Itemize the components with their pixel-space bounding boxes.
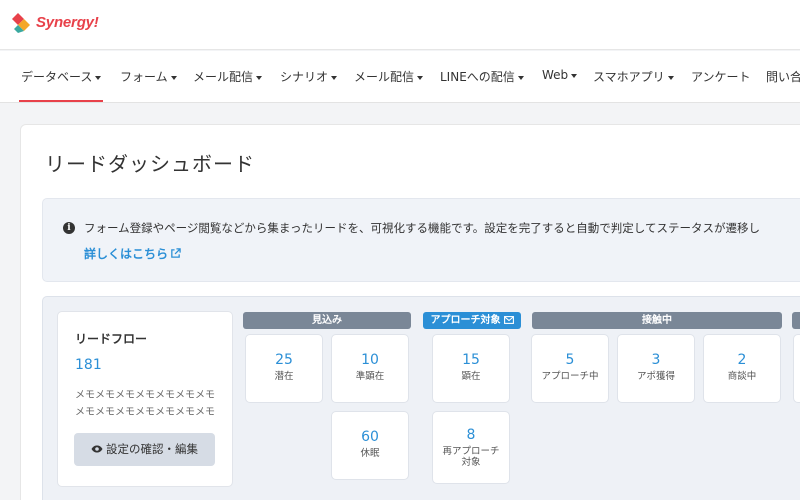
info-icon: i [63,222,75,234]
memo-line: メモメモメモメモメモメモメモ… [75,407,215,418]
status-count: 5 [565,352,575,368]
status-label: 準顕在 [355,371,385,382]
status-count: 15 [462,352,480,368]
nav-item-web[interactable]: Web [542,68,578,102]
details-link[interactable]: 詳しくはこちら [84,245,181,262]
status-card-re-approach[interactable]: 8 再アプローチ対象 [432,411,510,484]
status-card-semi-manifest[interactable]: 10 準顕在 [331,334,409,403]
status-label: アプローチ中 [541,371,599,382]
stage-label: アプローチ対象 [430,315,501,326]
status-count: 10 [361,352,379,368]
status-count: 3 [651,352,661,368]
external-link-icon [171,248,181,258]
stage-header-approach-target[interactable]: アプローチ対象 [423,312,521,329]
nav-item-label: データベース [21,70,93,84]
status-label: アポ獲得 [636,371,675,382]
page-title: リードダッシュボード [45,152,255,176]
details-link-label: 詳しくはこちら [84,247,169,261]
nav-item-label: フォーム [120,70,168,84]
status-card-dormant[interactable]: 60 休眠 [331,411,409,480]
status-card-latent[interactable]: 25 潜在 [245,334,323,403]
eye-icon [91,445,103,453]
status-count: 25 [275,352,293,368]
memo-line: メモメモメモメモメモメモメモ [75,390,215,401]
nav-item-label: アンケート [691,70,751,84]
nav-item-mail-delivery-2[interactable]: メール配信 [354,68,424,102]
nav-item-form[interactable]: フォーム [120,68,177,102]
status-count: 60 [361,429,379,445]
caret-down-icon [95,75,102,80]
status-count: 2 [737,352,747,368]
nav-item-label: 問い合 [766,70,800,84]
nav-item-label: Web [542,68,569,82]
status-label: 顕在 [461,371,481,382]
stage-label: 見込み [312,315,342,326]
nav-item-line-delivery[interactable]: LINEへの配信 [440,68,524,102]
nav-item-database[interactable]: データベース [18,68,104,102]
nav-item-smartphone-app[interactable]: スマホアプリ [593,68,674,102]
synergy-logo-icon [12,11,34,33]
stage-header-prospect: 見込み [243,312,411,329]
mail-icon [503,316,514,324]
nav-item-inquiry[interactable]: 問い合 [766,68,800,102]
settings-edit-label: 設定の確認・編集 [106,442,198,456]
status-label: 再アプローチ対象 [442,446,500,468]
nav-item-label: スマホアプリ [593,70,665,84]
caret-down-icon [331,75,338,80]
caret-down-icon [667,75,674,80]
synergy-logo[interactable]: Synergy! [12,11,99,33]
info-banner [42,198,800,282]
top-bar: Synergy! [0,0,800,50]
nav-item-scenario[interactable]: シナリオ [280,68,338,102]
status-label: 商談中 [727,371,757,382]
nav-item-survey[interactable]: アンケート [691,68,751,102]
status-card-approaching[interactable]: 5 アプローチ中 [531,334,609,403]
status-card-negotiating[interactable]: 2 商談中 [703,334,781,403]
status-label: 潜在 [274,371,294,382]
info-text: フォーム登録やページ閲覧などから集まったリードを、可視化する機能です。設定を完了… [84,221,760,235]
nav-item-label: LINEへの配信 [440,70,515,84]
status-card-manifest[interactable]: 15 顕在 [432,334,510,403]
nav-item-label: シナリオ [280,70,329,84]
nav-item-mail-delivery[interactable]: メール配信 [193,68,263,102]
nav-item-label: メール配信 [193,70,254,84]
stage-header-in-contact: 接触中 [532,312,782,329]
caret-down-icon [256,75,263,80]
nav-item-label: メール配信 [354,70,415,84]
logo-text: Synergy! [36,13,99,31]
lead-flow-memo: メモメモメモメモメモメモメモ メモメモメモメモメモメモメモ… [75,387,215,421]
main-nav: データベース フォーム メール配信 シナリオ メール配信 LINEへの配信 We… [0,51,800,103]
status-label: 休眠 [360,448,380,459]
status-count: 8 [466,427,476,443]
caret-down-icon [571,73,578,78]
caret-down-icon [517,75,524,80]
status-card-appointment[interactable]: 3 アポ獲得 [617,334,695,403]
lead-flow-title: リードフロー [75,332,148,346]
stage-label: 接触中 [642,315,672,326]
lead-flow-count: 181 [75,357,102,373]
stage-header-next [792,312,800,329]
caret-down-icon [170,75,177,80]
status-card-partial [793,334,800,403]
settings-edit-button[interactable]: 設定の確認・編集 [74,433,215,466]
caret-down-icon [417,75,424,80]
